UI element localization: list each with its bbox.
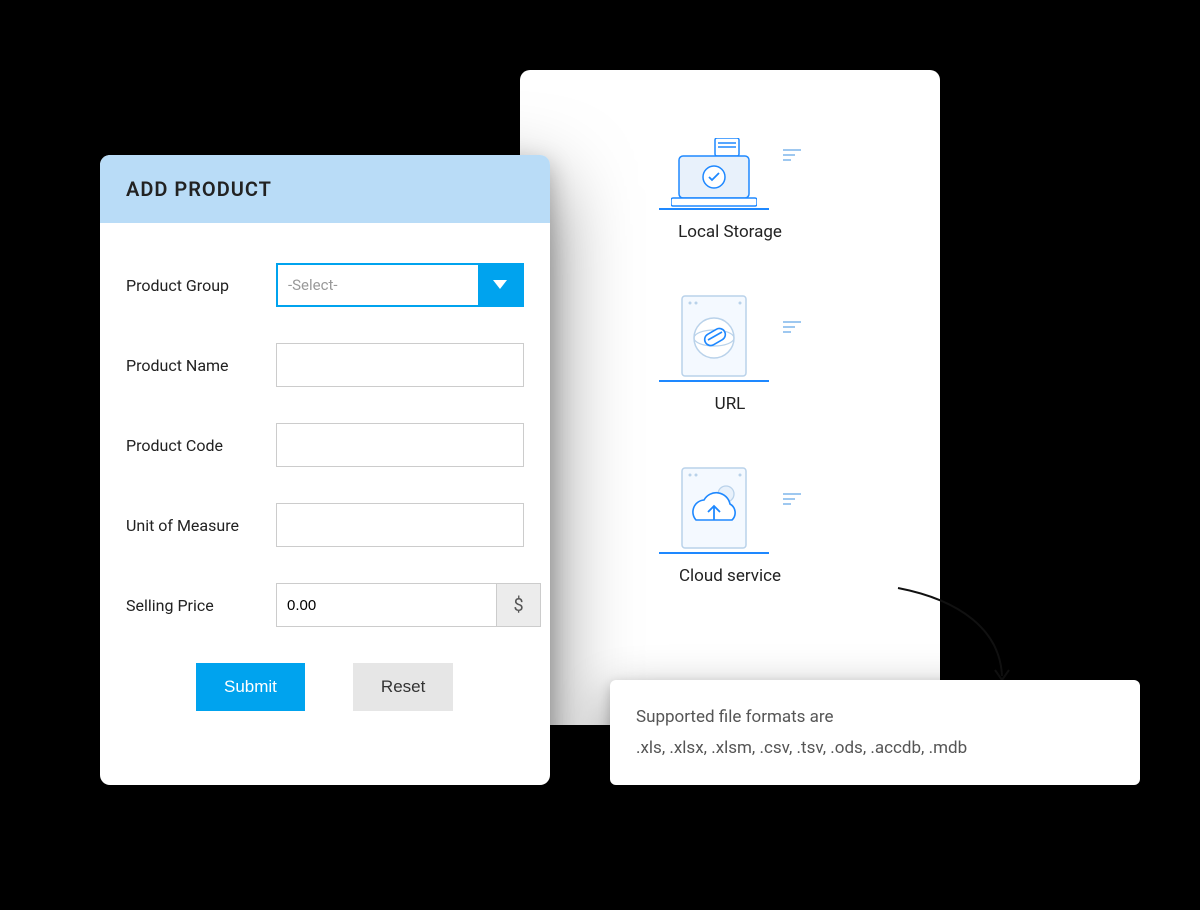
source-cloud-label: Cloud service xyxy=(679,566,781,586)
form-title: ADD PRODUCT xyxy=(126,177,524,201)
price-field: $ xyxy=(276,583,541,627)
currency-icon: $ xyxy=(496,584,540,626)
source-local-label: Local Storage xyxy=(678,222,782,242)
row-product-group: Product Group -Select- xyxy=(126,263,524,307)
label-price: Selling Price xyxy=(126,596,276,615)
reset-button[interactable]: Reset xyxy=(353,663,453,711)
product-name-input[interactable] xyxy=(276,343,524,387)
cloud-upload-icon xyxy=(674,464,754,552)
form-header: ADD PRODUCT xyxy=(100,155,550,223)
row-product-code: Product Code xyxy=(126,423,524,467)
product-group-placeholder: -Select- xyxy=(278,265,478,305)
price-input[interactable] xyxy=(277,584,496,626)
source-local-storage[interactable]: Local Storage xyxy=(659,110,801,242)
source-url[interactable]: URL xyxy=(659,282,801,414)
form-body: Product Group -Select- Product Name xyxy=(100,223,550,741)
dash-decor-icon xyxy=(783,321,801,333)
laptop-icon xyxy=(671,138,757,208)
label-product-group: Product Group xyxy=(126,276,276,295)
tooltip-line1: Supported file formats are xyxy=(636,702,1114,733)
source-url-label: URL xyxy=(715,394,746,414)
product-code-input[interactable] xyxy=(276,423,524,467)
data-sources-card: Local Storage xyxy=(520,70,940,725)
supported-formats-tooltip: Supported file formats are .xls, .xlsx, … xyxy=(610,680,1140,785)
chevron-down-icon[interactable] xyxy=(478,265,522,305)
dash-decor-icon xyxy=(783,493,801,505)
tooltip-line2: .xls, .xlsx, .xlsm, .csv, .tsv, .ods, .a… xyxy=(636,733,1114,764)
label-product-code: Product Code xyxy=(126,436,276,455)
row-price: Selling Price $ xyxy=(126,583,524,627)
row-product-name: Product Name xyxy=(126,343,524,387)
add-product-card: ADD PRODUCT Product Group -Select- Produ… xyxy=(100,155,550,785)
globe-link-icon xyxy=(674,292,754,380)
dash-decor-icon xyxy=(783,149,801,161)
form-actions: Submit Reset xyxy=(126,663,524,711)
row-unit: Unit of Measure xyxy=(126,503,524,547)
unit-input[interactable] xyxy=(276,503,524,547)
source-cloud[interactable]: Cloud service xyxy=(659,454,801,586)
product-group-select[interactable]: -Select- xyxy=(276,263,524,307)
label-product-name: Product Name xyxy=(126,356,276,375)
label-unit: Unit of Measure xyxy=(126,516,276,535)
submit-button[interactable]: Submit xyxy=(196,663,305,711)
